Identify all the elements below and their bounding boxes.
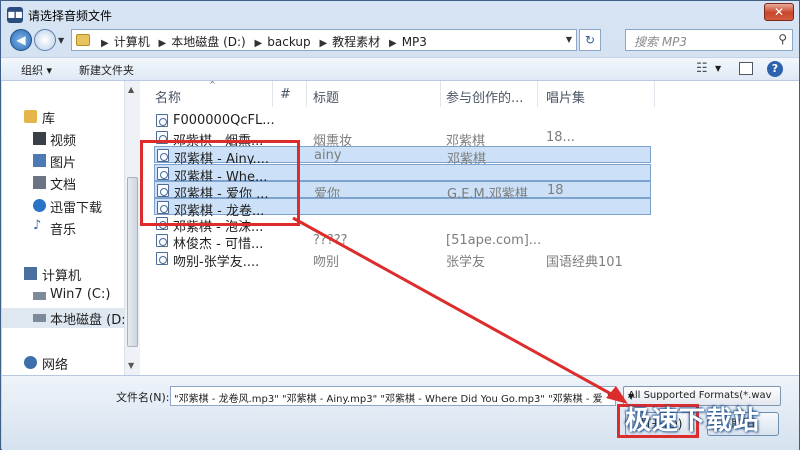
site-watermark: 极速下载站 xyxy=(625,406,761,436)
annotation-arrow xyxy=(292,216,628,404)
